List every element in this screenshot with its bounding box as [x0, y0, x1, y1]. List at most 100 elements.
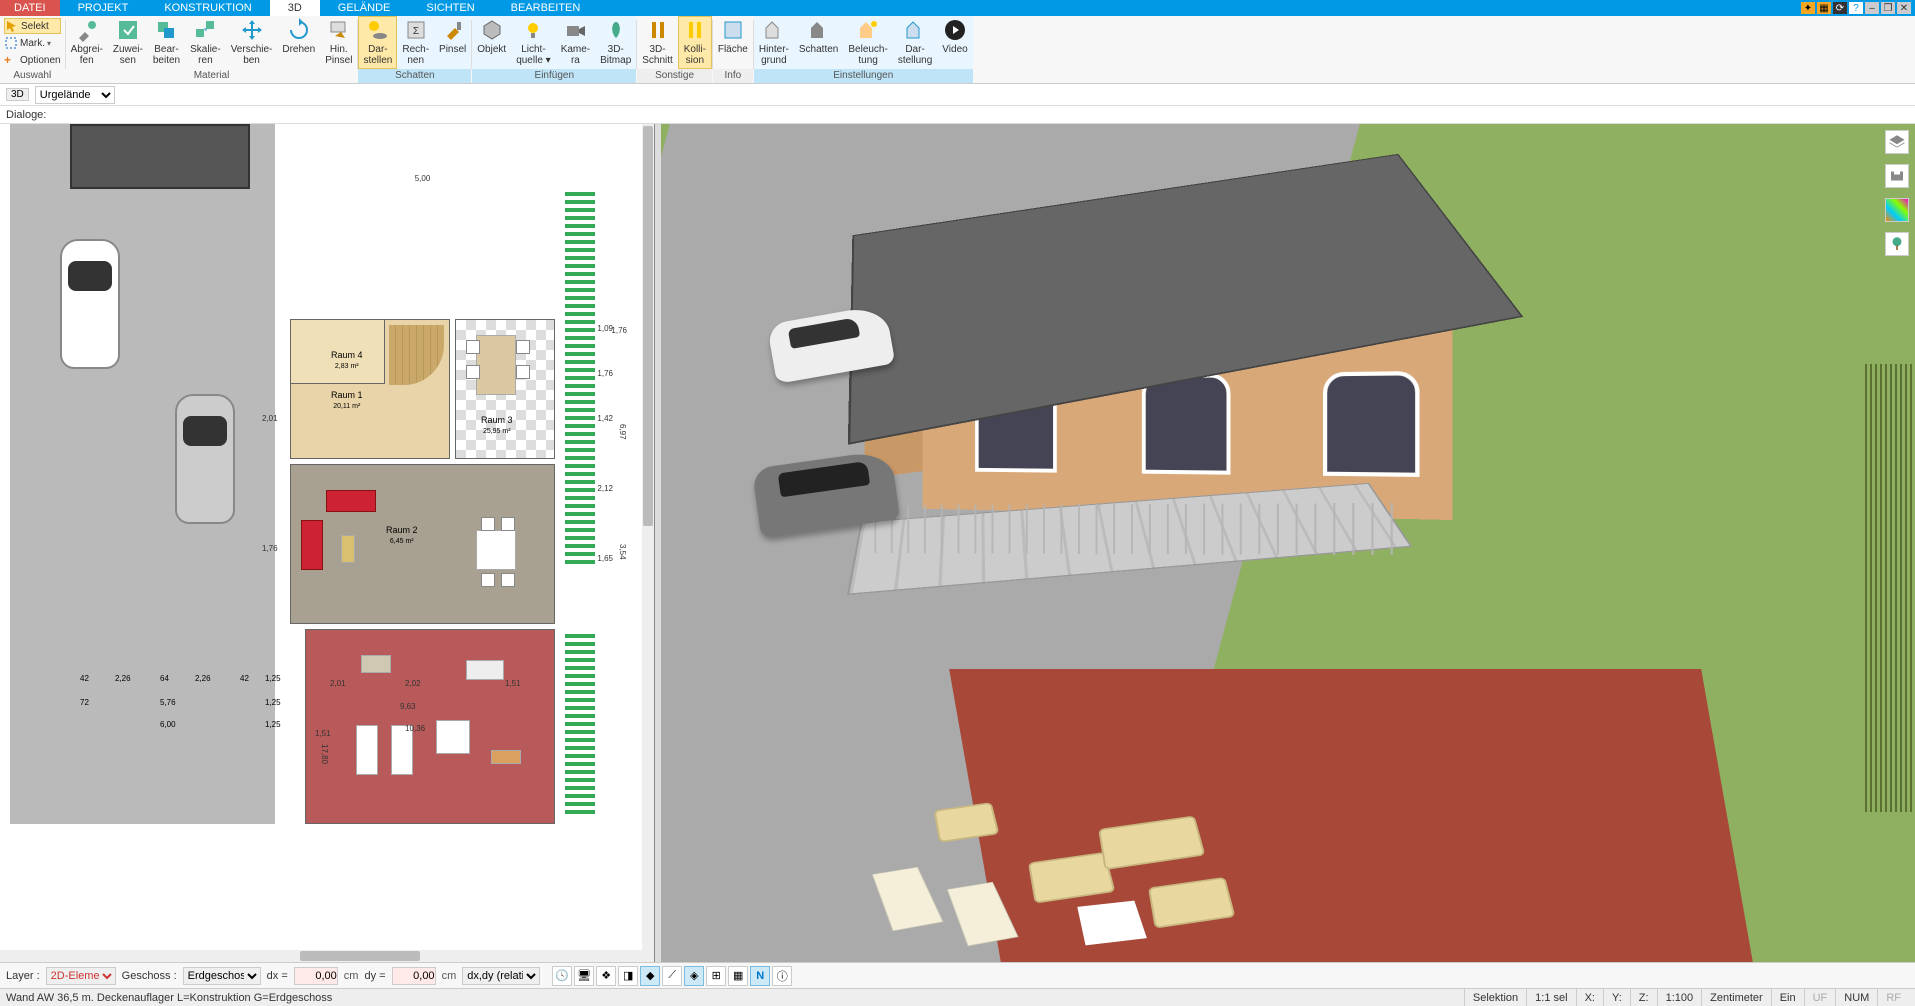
layer-select[interactable]: 2D-Elemen — [46, 967, 116, 985]
minimize-icon[interactable]: – — [1865, 2, 1879, 14]
help-icon[interactable]: ? — [1849, 2, 1863, 14]
btn-abgreifen[interactable]: Abgrei- fen — [66, 16, 108, 69]
dialog-bar: Dialoge: — [0, 106, 1915, 124]
geschoss-select[interactable]: Erdgeschos — [183, 967, 261, 985]
scrollbar-vertical-2d[interactable] — [642, 124, 654, 950]
menu-3d[interactable]: 3D — [270, 0, 320, 16]
car-suv-2d — [175, 394, 235, 524]
status-scale: 1:100 — [1657, 989, 1702, 1006]
group-label-schatten: Schatten — [358, 69, 471, 83]
palette-icon[interactable] — [1885, 198, 1909, 222]
patio-table-3d — [1077, 901, 1147, 946]
status-y: Y: — [1603, 989, 1630, 1006]
monitor-icon[interactable]: 🖥 — [574, 966, 594, 986]
btn-kamera[interactable]: Kame- ra — [556, 16, 595, 69]
group-label-einfuegen: Einfügen — [472, 69, 636, 83]
ref-select[interactable]: dx,dy (relativ ka — [462, 967, 540, 985]
btn-kollision[interactable]: Kolli- sion — [678, 16, 712, 69]
tall-grass — [1865, 364, 1915, 812]
ribbon-group-sonstige: 3D- Schnitt Kolli- sion Sonstige — [637, 16, 712, 83]
snap-icon[interactable]: ◆ — [640, 966, 660, 986]
btn-video[interactable]: Video — [937, 16, 972, 69]
ribbon-group-auswahl: Selekt Mark. +Optionen Auswahl — [0, 16, 65, 83]
dx-input[interactable] — [294, 967, 338, 985]
titlebar-icon-3[interactable]: ⟳ — [1833, 2, 1847, 14]
menu-gelaende[interactable]: GELÄNDE — [320, 0, 409, 16]
btn-skalieren[interactable]: Skalie- ren — [185, 16, 226, 69]
driveway-area — [10, 124, 275, 824]
n-icon[interactable]: N — [750, 966, 770, 986]
view-tag-3d[interactable]: 3D — [6, 88, 29, 101]
group-label-einstellungen: Einstellungen — [754, 69, 973, 83]
btn-flaeche[interactable]: Fläche — [713, 16, 753, 69]
pane-2d-floorplan[interactable]: 5,00 Raum 120,11 m² Raum 42,83 m² Raum 3… — [0, 124, 655, 962]
dim-top: 5,00 — [415, 174, 431, 183]
btn-3dbitmap[interactable]: 3D- Bitmap — [595, 16, 636, 69]
menu-bearbeiten[interactable]: BEARBEITEN — [493, 0, 599, 16]
btn-zuweisen[interactable]: Zuwei- sen — [108, 16, 148, 69]
btn-darstellen[interactable]: Dar- stellen — [358, 16, 397, 69]
titlebar-icon-1[interactable]: ✦ — [1801, 2, 1815, 14]
btn-pinsel[interactable]: Pinsel — [434, 16, 471, 69]
status-sel: 1:1 sel — [1526, 989, 1575, 1006]
hedge-right — [565, 189, 595, 564]
status-num: NUM — [1835, 989, 1877, 1006]
lounger-1 — [356, 725, 378, 775]
btn-schatten[interactable]: Schatten — [794, 16, 843, 69]
room-2: Raum 26,45 m² — [290, 464, 555, 624]
btn-lichtquelle[interactable]: Licht- quelle ▾ — [511, 16, 556, 69]
menu-projekt[interactable]: PROJEKT — [60, 0, 147, 16]
layers-small-icon[interactable]: ❖ — [596, 966, 616, 986]
btn-beleuchtung[interactable]: Beleuch- tung — [843, 16, 892, 69]
status-ein: Ein — [1771, 989, 1804, 1006]
group-label-material: Material — [66, 69, 358, 83]
menu-sichten[interactable]: SICHTEN — [408, 0, 492, 16]
ribbon-group-einstellungen: Hinter- grund Schatten Beleuch- tung Dar… — [754, 16, 973, 83]
mark-tool[interactable]: Mark. — [4, 35, 61, 51]
titlebar-icon-2[interactable]: ▦ — [1817, 2, 1831, 14]
group-label-auswahl: Auswahl — [0, 69, 65, 83]
maximize-icon[interactable]: ❐ — [1881, 2, 1895, 14]
btn-bearbeiten[interactable]: Bear- beiten — [148, 16, 185, 69]
angle-icon[interactable]: ⟋ — [662, 966, 682, 986]
house-outline: 5,00 Raum 120,11 m² Raum 42,83 m² Raum 3… — [280, 184, 565, 824]
hedge-right-2 — [565, 634, 595, 814]
btn-hinpinsel[interactable]: Hin. Pinsel — [320, 16, 357, 69]
close-icon[interactable]: ✕ — [1897, 2, 1911, 14]
car-white-2d — [60, 239, 120, 369]
btn-drehen[interactable]: Drehen — [277, 16, 320, 69]
terrain-combo[interactable]: Urgelände — [35, 86, 115, 104]
cube-icon[interactable]: ◨ — [618, 966, 638, 986]
furniture-icon[interactable] — [1885, 164, 1909, 188]
btn-hintergrund[interactable]: Hinter- grund — [754, 16, 794, 69]
clock-icon[interactable]: 🕓 — [552, 966, 572, 986]
btn-darstellung[interactable]: Dar- stellung — [893, 16, 937, 69]
scrollbar-horizontal-2d[interactable] — [0, 950, 654, 962]
window-buttons: ✦ ▦ ⟳ ? – ❐ ✕ — [1801, 0, 1915, 16]
room-4: Raum 42,83 m² — [290, 319, 385, 384]
layers-icon[interactable] — [1885, 130, 1909, 154]
room-3: Raum 325,95 m² — [455, 319, 555, 459]
btn-rechnen[interactable]: ΣRech- nen — [397, 16, 434, 69]
group-label-info: Info — [713, 69, 753, 83]
plane-icon[interactable]: ◈ — [684, 966, 704, 986]
coffee-table — [341, 535, 355, 563]
info-icon[interactable]: ⓘ — [772, 966, 792, 986]
tree-icon[interactable] — [1885, 232, 1909, 256]
dx-label: dx = — [267, 970, 288, 982]
bottom-toolbar: Layer : 2D-Elemen Geschoss : Erdgeschos … — [0, 962, 1915, 988]
dy-input[interactable] — [392, 967, 436, 985]
selekt-tool[interactable]: Selekt — [4, 18, 61, 34]
ortho-icon[interactable]: ⊞ — [706, 966, 726, 986]
optionen-tool[interactable]: +Optionen — [4, 52, 61, 68]
btn-verschieben[interactable]: Verschie- ben — [226, 16, 278, 69]
garage-roof — [70, 124, 250, 189]
menu-file[interactable]: DATEI — [0, 0, 60, 16]
grid-icon[interactable]: ▦ — [728, 966, 748, 986]
layer-label: Layer : — [6, 970, 40, 982]
btn-objekt[interactable]: Objekt — [472, 16, 511, 69]
menu-konstruktion[interactable]: KONSTRUKTION — [146, 0, 269, 16]
terrace-sofa — [466, 660, 504, 680]
pane-3d-view[interactable] — [661, 124, 1915, 962]
btn-3dschnitt[interactable]: 3D- Schnitt — [637, 16, 678, 69]
